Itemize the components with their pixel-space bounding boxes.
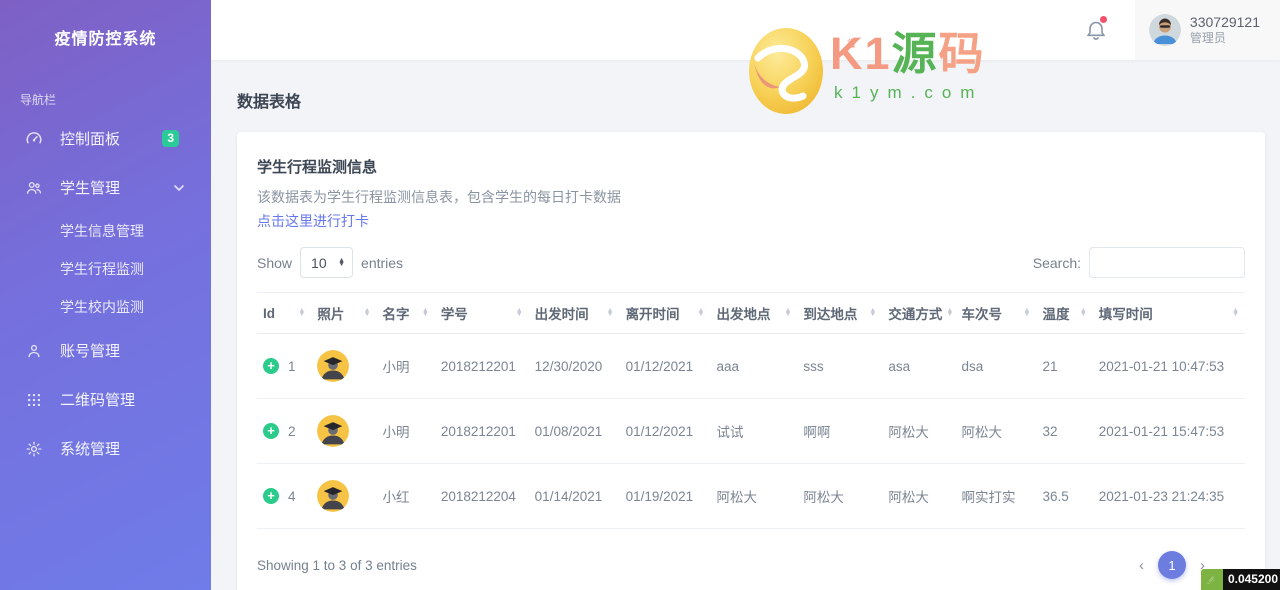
gauge-icon <box>24 129 44 149</box>
students-icon <box>24 178 44 198</box>
search-input[interactable] <box>1089 247 1245 278</box>
page-size-select[interactable]: 10 ▲ ▼ <box>300 247 354 278</box>
sidebar-item-label: 学生管理 <box>60 180 121 197</box>
sort-icon: ▲ ▼ <box>697 306 705 318</box>
notifications-button[interactable] <box>1085 16 1107 42</box>
column-header-temperature[interactable]: 温度 ▲ ▼ <box>1036 292 1093 334</box>
page-size-value: 10 <box>311 254 327 271</box>
chevron-down-icon <box>173 182 185 194</box>
table-header-row: Id ▲ ▼ 照片 ▲ ▼ 名字 ▲ ▼ 学号 ▲ ▼ 出发时间 ▲ ▼ 离开时间 ▲ ▼ 出发地点 ▲ ▼… <box>257 292 1245 334</box>
page-1-button[interactable]: 1 <box>1158 551 1186 579</box>
sidebar-subitem-student-info[interactable]: 学生信息管理 <box>0 212 211 250</box>
app-root: 疫情防控系统 导航栏 控制面板 3 学生管理 学生信息管理 学生行程监测 学生校… <box>0 0 1280 590</box>
sort-icon: ▲ ▼ <box>869 306 877 318</box>
entries-info: Showing 1 to 3 of 3 entries <box>257 557 417 573</box>
user-menu[interactable]: 330729121 管理员 <box>1134 0 1280 60</box>
data-table: Id ▲ ▼ 照片 ▲ ▼ 名字 ▲ ▼ 学号 ▲ ▼ 出发时间 ▲ ▼ 离开时间 ▲ ▼ 出发地点 ▲ ▼… <box>257 292 1245 529</box>
page-title: 数据表格 <box>237 94 302 111</box>
qrcode-icon <box>24 390 44 410</box>
content: 数据表格 学生行程监测信息 该数据表为学生行程监测信息表，包含学生的每日打卡数据… <box>211 60 1280 590</box>
checkin-link[interactable]: 点击这里进行打卡 <box>257 211 369 231</box>
sort-icon: ▲ ▼ <box>1232 306 1239 318</box>
card-description: 该数据表为学生行程监测信息表，包含学生的每日打卡数据 <box>257 189 621 205</box>
column-header-depart-time[interactable]: 出发时间 ▲ ▼ <box>528 292 620 334</box>
user-icon <box>24 341 44 361</box>
table-body: +1 小明 2018212201 12/30/2020 01/12/2021 a… <box>257 333 1245 529</box>
app-title: 疫情防控系统 <box>54 31 157 48</box>
table-row[interactable]: +2 小明 2018212201 01/08/2021 01/12/2021 试… <box>257 398 1245 464</box>
leaf-icon <box>1200 569 1223 590</box>
column-header-arrive-place[interactable]: 到达地点 ▲ ▼ <box>797 292 883 334</box>
card-title: 学生行程监测信息 <box>257 159 378 176</box>
expand-row-icon[interactable]: + <box>263 358 279 374</box>
table-controls: Show 10 ▲ ▼ entries Search: <box>257 247 1245 278</box>
sort-icon: ▲ ▼ <box>298 306 306 318</box>
sidebar-item-accounts[interactable]: 账号管理 <box>0 326 211 375</box>
column-header-name[interactable]: 名字 ▲ ▼ <box>376 292 435 334</box>
nav-section-label: 导航栏 <box>20 93 57 107</box>
sort-icon: ▲ ▼ <box>1023 306 1031 318</box>
debug-time-badge[interactable]: 0.045200 <box>1200 569 1280 590</box>
prev-page-button[interactable]: ‹ <box>1135 557 1148 574</box>
column-header-photo[interactable]: 照片 ▲ ▼ <box>311 292 377 334</box>
notification-dot <box>1099 16 1107 23</box>
column-header-transport[interactable]: 交通方式 ▲ ▼ <box>882 292 956 334</box>
topbar: 330729121 管理员 <box>211 0 1280 60</box>
sort-icon: ▲ ▼ <box>606 306 614 318</box>
column-header-id[interactable]: Id ▲ ▼ <box>257 292 312 334</box>
student-photo <box>317 350 350 382</box>
show-label: Show <box>257 254 293 271</box>
sidebar-subitem-student-campus[interactable]: 学生校内监测 <box>0 288 211 326</box>
expand-row-icon[interactable]: + <box>263 488 279 504</box>
sidebar: 疫情防控系统 导航栏 控制面板 3 学生管理 学生信息管理 学生行程监测 学生校… <box>0 0 211 590</box>
avatar <box>1148 14 1181 46</box>
table-footer: Showing 1 to 3 of 3 entries ‹ 1 › <box>257 529 1245 579</box>
student-photo <box>317 480 350 512</box>
column-header-fill-time[interactable]: 填写时间 ▲ ▼ <box>1092 292 1245 334</box>
table-row[interactable]: +4 小红 2018212204 01/14/2021 01/19/2021 阿… <box>257 463 1245 529</box>
entries-label: entries <box>361 254 404 271</box>
sidebar-item-label: 系统管理 <box>60 441 121 458</box>
sort-icon: ▲ ▼ <box>1079 306 1087 318</box>
sort-icon: ▲ ▼ <box>421 306 429 318</box>
user-role: 管理员 <box>1189 31 1226 46</box>
table-row[interactable]: +1 小明 2018212201 12/30/2020 01/12/2021 a… <box>257 333 1245 399</box>
select-arrows-icon: ▲ ▼ <box>338 256 346 268</box>
sidebar-item-students[interactable]: 学生管理 <box>0 163 211 212</box>
sidebar-item-label: 账号管理 <box>60 343 121 360</box>
column-header-depart-place[interactable]: 出发地点 ▲ ▼ <box>710 292 798 334</box>
student-photo <box>317 415 350 447</box>
count-badge: 3 <box>162 130 179 147</box>
sort-icon: ▲ ▼ <box>946 306 954 318</box>
sidebar-item-qrcode[interactable]: 二维码管理 <box>0 375 211 424</box>
expand-row-icon[interactable]: + <box>263 423 279 439</box>
sidebar-item-dashboard[interactable]: 控制面板 3 <box>0 114 211 163</box>
sort-icon: ▲ ▼ <box>784 306 792 318</box>
user-id: 330729121 <box>1189 13 1260 30</box>
column-header-leave-time[interactable]: 离开时间 ▲ ▼ <box>619 292 711 334</box>
search-label: Search: <box>1032 254 1081 271</box>
data-table-card: 学生行程监测信息 该数据表为学生行程监测信息表，包含学生的每日打卡数据 点击这里… <box>237 132 1265 590</box>
load-time-value: 0.045200 <box>1222 569 1280 590</box>
sort-icon: ▲ ▼ <box>515 306 523 318</box>
gear-icon <box>24 439 44 459</box>
sort-icon: ▲ ▼ <box>363 306 371 318</box>
column-header-student-no[interactable]: 学号 ▲ ▼ <box>434 292 529 334</box>
sidebar-item-label: 控制面板 <box>60 131 121 148</box>
main-area: 330729121 管理员 K1源 ♛ 码 k1ym.com 数据表格 学生行程… <box>211 0 1280 590</box>
sidebar-subitem-student-trip[interactable]: 学生行程监测 <box>0 250 211 288</box>
sidebar-item-system[interactable]: 系统管理 <box>0 424 211 473</box>
sidebar-item-label: 二维码管理 <box>60 392 136 409</box>
column-header-train-no[interactable]: 车次号 ▲ ▼ <box>955 292 1037 334</box>
